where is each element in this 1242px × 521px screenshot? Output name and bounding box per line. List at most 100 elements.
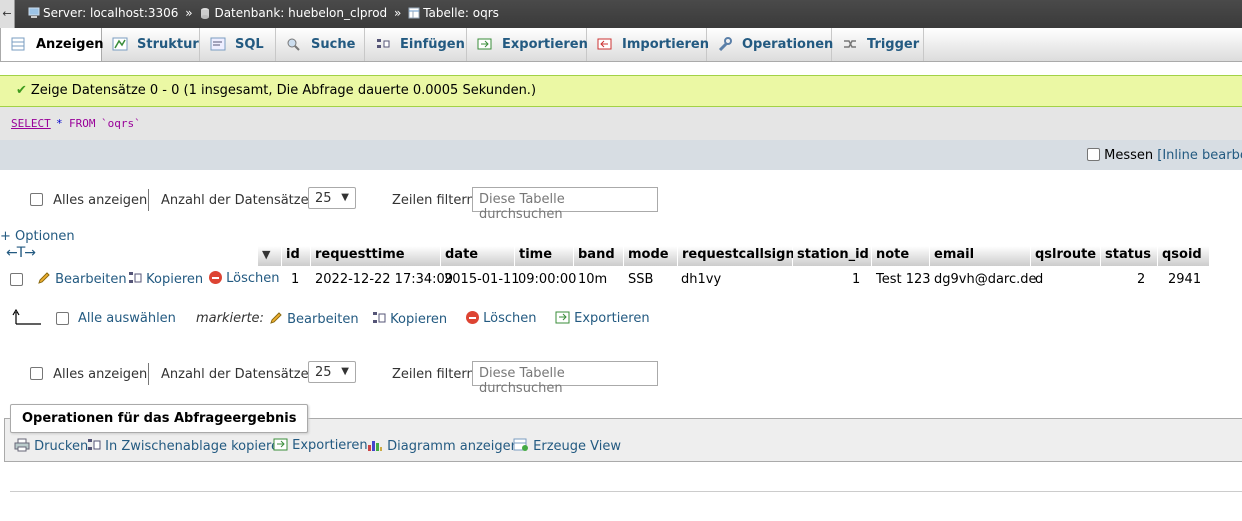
cell-date: 2015-01-11 [444,272,520,287]
show-all-label: Alles anzeigen [53,367,148,382]
column-header-date[interactable]: date [441,246,515,266]
cell-qslroute: d [1035,272,1044,287]
copy-icon [87,438,101,452]
show-all-checkbox[interactable] [30,193,43,206]
tab-search[interactable]: Suche [276,28,365,61]
database-icon [199,7,211,19]
export-icon [273,438,288,451]
rows-count-select[interactable]: 25 ▼ [308,187,356,209]
navigation-controls-top: Alles anzeigen Anzahl der Datensätze: 25… [0,187,1242,222]
copy-to-clipboard-link[interactable]: In Zwischenablage kopieren [87,438,287,454]
column-header-requesttime[interactable]: requesttime [311,246,441,266]
column-header-note[interactable]: note [872,246,930,266]
chevron-down-icon: ▼ [341,192,349,203]
export-link[interactable]: Exportieren [273,438,368,453]
profiling-checkbox[interactable] [1087,148,1100,161]
sql-icon [210,31,226,51]
tab-export[interactable]: Exportieren [467,28,588,61]
cell-qsoid: 2941 [1168,272,1202,287]
options-link[interactable]: + Optionen [0,229,75,244]
breadcrumb-server[interactable]: Server: localhost:3306 [43,6,178,20]
tab-bar: Anzeigen Struktur SQL Suche Einfügen Exp… [0,28,1242,62]
tab-trigger[interactable]: Trigger [832,28,924,61]
copy-icon [372,311,386,325]
select-all-label[interactable]: Alle auswählen [78,311,176,326]
tab-operations[interactable]: Operationen [707,28,833,61]
cell-time: 09:00:00 [518,272,577,287]
row-edit-link[interactable]: Bearbeiten [37,271,127,287]
cell-email: dg9vh@darc.de [934,272,1037,287]
row-checkbox[interactable] [10,273,23,286]
sql-keyword-select[interactable]: SELECT [11,117,51,130]
column-header-qsoid[interactable]: qsoid [1158,246,1210,266]
tab-import[interactable]: Importieren [587,28,709,61]
delete-icon [466,311,479,324]
rows-count-label: Anzahl der Datensätze: [161,367,313,382]
column-header-qslroute[interactable]: qslroute [1031,246,1101,266]
column-header-requestcallsign[interactable]: requestcallsign [678,246,795,266]
column-header-mode[interactable]: mode [624,246,678,266]
create-view-link[interactable]: Erzeuge View [513,438,621,456]
cell-mode: SSB [628,272,654,287]
tab-insert[interactable]: Einfügen [365,28,467,61]
breadcrumb-separator: » [394,6,402,20]
copy-icon [128,271,142,285]
export-icon [555,311,570,324]
filter-rows-input[interactable]: Diese Tabelle durchsuchen [472,361,658,396]
delete-icon [209,271,222,284]
sql-table-name: `oqrs` [101,117,141,130]
profiling-label: Messen [1104,148,1154,163]
back-arrow-button[interactable]: ← [0,0,15,28]
filter-label: Zeilen filtern: [392,193,480,208]
cell-id: 1 [291,272,300,287]
table-browse-icon [11,31,27,51]
sql-query-box: SELECT * FROM `oqrs` [0,107,1242,140]
show-all-control: Alles anzeigen [30,193,147,208]
sql-star: * [56,117,63,130]
row-copy-link[interactable]: Kopieren [128,271,203,287]
column-header-band[interactable]: band [574,246,624,266]
breadcrumb-database[interactable]: Datenbank: huebelon_clprod [214,6,387,20]
wrench-icon [717,31,733,52]
column-header-id[interactable]: id [282,246,311,266]
cell-note: Test 123 [876,272,931,287]
print-link[interactable]: Drucken [14,438,88,456]
tab-structure[interactable]: Struktur [102,28,200,61]
view-icon [513,438,529,456]
bulk-action-bar: Alle auswählen markierte: Bearbeiten Kop… [0,308,1242,332]
column-header-time[interactable]: time [515,246,574,266]
show-all-control: Alles anzeigen [30,367,147,382]
bulk-delete-button[interactable]: Löschen [466,311,537,326]
row-delete-link[interactable]: Löschen [209,271,280,286]
marked-label: markierte: [196,311,264,326]
bulk-copy-button[interactable]: Kopieren [372,311,447,327]
bulk-export-button[interactable]: Exportieren [555,311,650,326]
insert-icon [375,31,391,48]
pencil-icon [269,311,283,325]
chevron-down-icon: ▼ [341,366,349,377]
sort-dropdown[interactable]: ▼ [258,246,282,266]
filter-label: Zeilen filtern: [392,367,480,382]
divider [148,363,149,385]
profiling-control: Messen [Inline bearbeit [1087,148,1242,163]
structure-icon [112,31,128,51]
breadcrumb: Server: localhost:3306 » Datenbank: hueb… [28,6,499,20]
tab-sql[interactable]: SQL [200,28,276,61]
column-header-email[interactable]: email [930,246,1031,266]
filter-rows-input[interactable]: Diese Tabelle durchsuchen [472,187,658,222]
breadcrumb-table[interactable]: Tabelle: oqrs [423,6,499,20]
inline-edit-link[interactable]: [Inline bearbeit [1157,148,1242,163]
display-chart-link[interactable]: Diagramm anzeigen [367,438,519,456]
rows-count-select[interactable]: 25 ▼ [308,361,356,383]
chevron-down-icon: ▼ [262,248,271,261]
tab-browse[interactable]: Anzeigen [0,28,104,61]
column-header-status[interactable]: status [1101,246,1158,266]
table-header: ▼ id requesttime date time band mode req… [0,246,1210,266]
export-icon [477,31,493,50]
cell-band: 10m [578,272,608,287]
bulk-edit-button[interactable]: Bearbeiten [269,311,359,327]
select-all-checkbox[interactable] [56,312,69,325]
column-header-station-id[interactable]: station_id [793,246,872,266]
show-all-checkbox[interactable] [30,367,43,380]
printer-icon [14,438,30,456]
